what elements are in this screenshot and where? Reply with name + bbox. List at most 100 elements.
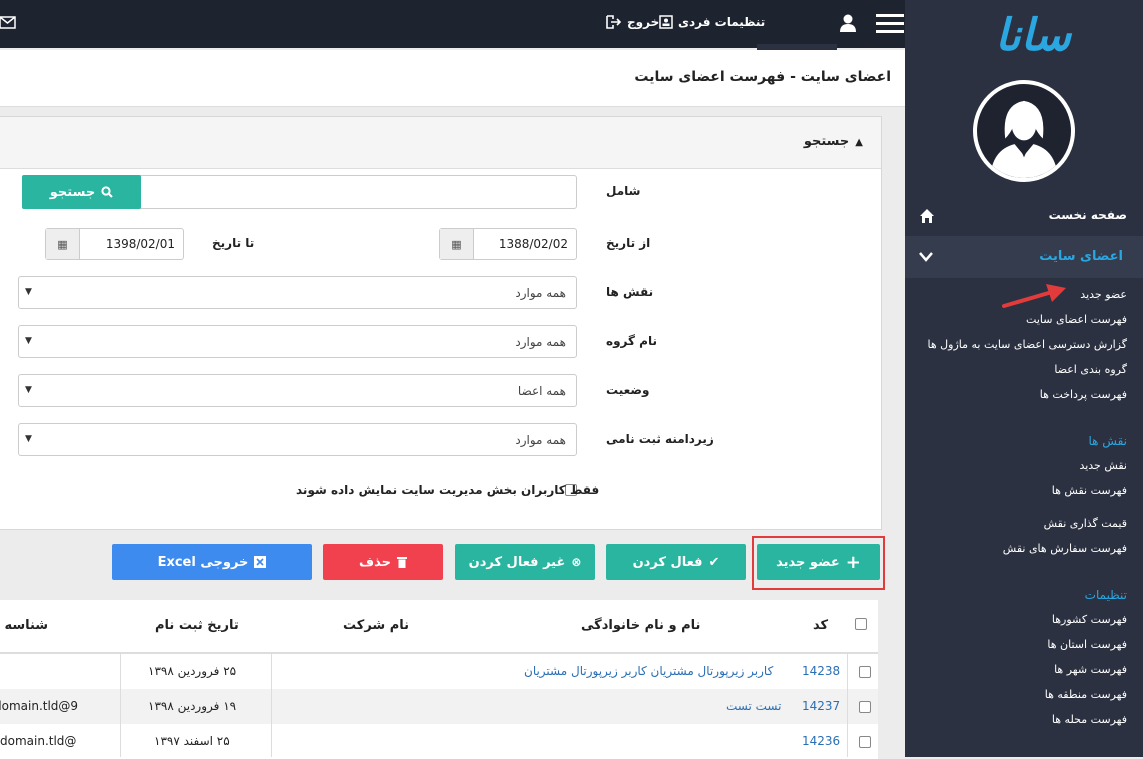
header-company[interactable]: نام شرکت <box>343 618 409 633</box>
avatar[interactable] <box>973 80 1075 182</box>
sidebar-item-home[interactable]: صفحه نخست <box>905 200 1143 232</box>
hamburger-menu-icon[interactable] <box>876 14 904 34</box>
activate-button[interactable]: ✔ فعال کردن <box>606 544 746 580</box>
table-row[interactable]: 14236 ۲۵ اسفند ۱۳۹۷ @domain.tld <box>0 724 878 759</box>
header-user-id[interactable]: شناسه کار <box>0 618 48 633</box>
page-title: اعضای سایت - فهرست اعضای سایت <box>634 69 891 85</box>
activate-label: فعال کردن <box>632 554 703 570</box>
status-select-value: همه اعضا <box>517 384 566 398</box>
admin-only-label: فقط کاربران بخش مدیریت سایت نمایش داده ش… <box>296 483 600 497</box>
member-code[interactable]: 14236 <box>802 734 840 748</box>
envelope-icon[interactable] <box>0 14 16 30</box>
group-name-select-value: همه موارد <box>515 335 566 349</box>
header-code[interactable]: کد <box>813 618 828 633</box>
brand-logo[interactable]: سانا <box>995 10 1073 61</box>
table-row[interactable]: 14238 کاربر زیرپورتال مشتریان کاربر زیرپ… <box>0 654 878 689</box>
user-avatar-icon <box>990 100 1058 178</box>
dropdown-arrow-icon: ▼ <box>25 287 32 297</box>
check-icon: ✔ <box>708 554 720 570</box>
new-member-button[interactable]: + عضو جدید <box>757 544 880 580</box>
deactivate-label: غیر فعال کردن <box>468 554 566 570</box>
contains-label: شامل <box>606 184 641 198</box>
dropdown-arrow-icon: ▼ <box>25 336 32 346</box>
member-full-name[interactable]: کاربر زیرپورتال مشتریان کاربر زیرپورتال … <box>524 664 773 678</box>
member-code[interactable]: 14237 <box>802 699 840 713</box>
new-member-label: عضو جدید <box>776 554 840 570</box>
personal-settings-link[interactable]: تنظیمات فردی <box>659 15 765 29</box>
excel-export-button[interactable]: خروجی Excel <box>112 544 312 580</box>
member-registration-date: ۱۹ فروردین ۱۳۹۸ <box>148 699 237 713</box>
status-select[interactable]: همه اعضا ▼ <box>18 374 577 407</box>
sidebar-item-roles-list[interactable]: فهرست نقش ها <box>1052 484 1127 497</box>
subdomain-select[interactable]: همه موارد ▼ <box>18 423 577 456</box>
member-registration-date: ۲۵ اسفند ۱۳۹۷ <box>154 734 230 748</box>
header-registration-date[interactable]: تاریخ ثبت نام <box>155 618 239 633</box>
sidebar-item-cities[interactable]: فهرست شهر ها <box>1054 663 1127 676</box>
member-user-id: @domain.tld <box>0 734 77 748</box>
deactivate-button[interactable]: ⊗ غیر فعال کردن <box>455 544 595 580</box>
home-icon <box>920 209 934 223</box>
delete-label: حذف <box>359 554 391 570</box>
subdomain-label: زیردامنه ثبت نامی <box>606 432 714 446</box>
roles-select-value: همه موارد <box>515 286 566 300</box>
sidebar-home-label: صفحه نخست <box>1048 208 1127 222</box>
sidebar-item-provinces[interactable]: فهرست استان ها <box>1047 638 1127 651</box>
user-icon[interactable] <box>838 13 858 33</box>
roles-label: نقش ها <box>606 285 654 299</box>
column-divider <box>847 654 848 757</box>
sidebar-item-regions[interactable]: فهرست منطقه ها <box>1045 688 1127 701</box>
member-registration-date: ۲۵ فروردین ۱۳۹۸ <box>148 664 237 678</box>
search-panel-title: ▲جستجو <box>803 134 863 149</box>
search-icon <box>101 186 113 198</box>
row-checkbox[interactable] <box>859 666 871 678</box>
logout-label: خروج <box>627 15 660 29</box>
sidebar-item-neighborhoods[interactable]: فهرست محله ها <box>1052 713 1127 726</box>
logout-link[interactable]: خروج <box>606 15 659 29</box>
chevron-down-icon <box>919 250 933 266</box>
sidebar: سانا صفحه نخست اعضای سایت عضو جدید فهرست… <box>905 0 1143 757</box>
to-date-input[interactable]: 1398/02/01 ▦ <box>45 228 184 260</box>
sidebar-item-member-groups[interactable]: گروه بندی اعضا <box>1054 363 1127 376</box>
search-panel-header[interactable]: ▲جستجو <box>0 117 881 169</box>
table-row[interactable]: 14237 تست تست ۱۹ فروردین ۱۳۹۸ 9@domain.t… <box>0 689 878 724</box>
delete-button[interactable]: حذف <box>323 544 443 580</box>
personal-settings-label: تنظیمات فردی <box>678 15 766 29</box>
header-full-name[interactable]: نام و نام خانوادگی <box>581 618 700 633</box>
select-all-checkbox[interactable] <box>855 618 867 630</box>
sidebar-item-role-orders[interactable]: فهرست سفارش های نقش <box>1003 542 1127 555</box>
group-name-select[interactable]: همه موارد ▼ <box>18 325 577 358</box>
from-date-input[interactable]: 1388/02/02 ▦ <box>439 228 577 260</box>
sidebar-item-members-list[interactable]: فهرست اعضای سایت <box>1026 313 1127 326</box>
search-button-label: جستجو <box>49 184 96 200</box>
sidebar-item-role-pricing[interactable]: قیمت گذاری نقش <box>1044 517 1127 530</box>
member-full-name[interactable]: تست تست <box>726 699 781 713</box>
sidebar-item-countries[interactable]: فهرست کشورها <box>1052 613 1127 626</box>
top-bar: تنظیمات فردی خروج <box>0 0 905 48</box>
annotation-arrow-icon <box>1002 284 1066 308</box>
sidebar-item-new-member[interactable]: عضو جدید <box>1080 288 1127 301</box>
calendar-icon[interactable]: ▦ <box>46 229 80 259</box>
search-button[interactable]: جستجو <box>22 175 141 209</box>
collapse-chevron-up-icon[interactable]: ▲ <box>855 137 863 148</box>
sidebar-members-label: اعضای سایت <box>1039 249 1123 264</box>
excel-file-icon <box>254 556 267 568</box>
column-divider <box>120 654 121 757</box>
row-checkbox[interactable] <box>859 701 871 713</box>
sidebar-item-payments[interactable]: فهرست پرداخت ها <box>1040 388 1127 401</box>
sidebar-item-members[interactable]: اعضای سایت <box>905 236 1143 278</box>
plus-icon: + <box>845 551 861 573</box>
dropdown-arrow-icon: ▼ <box>25 434 32 444</box>
to-date-label: تا تاریخ <box>212 236 255 250</box>
excel-export-label: خروجی Excel <box>157 554 249 570</box>
sidebar-section-roles: نقش ها <box>1088 434 1127 448</box>
member-code[interactable]: 14238 <box>802 664 840 678</box>
member-user-id: 9@domain.tld <box>0 699 79 713</box>
calendar-icon[interactable]: ▦ <box>440 229 474 259</box>
sidebar-item-access-report[interactable]: گزارش دسترسی اعضای سایت به ماژول ها <box>928 338 1128 351</box>
row-checkbox[interactable] <box>859 736 871 748</box>
subdomain-select-value: همه موارد <box>515 433 566 447</box>
sidebar-item-new-role[interactable]: نقش جدید <box>1079 459 1127 472</box>
group-name-label: نام گروه <box>606 334 657 348</box>
roles-select[interactable]: همه موارد ▼ <box>18 276 577 309</box>
sidebar-section-settings: تنظیمات <box>1084 588 1127 602</box>
